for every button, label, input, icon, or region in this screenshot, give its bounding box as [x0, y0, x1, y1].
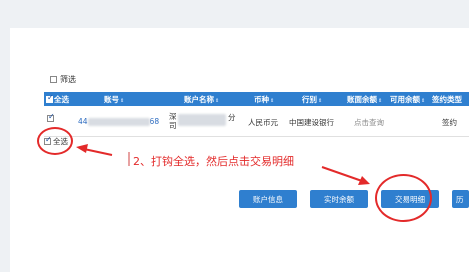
account-info-button[interactable]: 账户信息 — [239, 190, 297, 208]
annotation-arrows — [76, 144, 370, 185]
history-button[interactable]: 历 — [452, 190, 469, 208]
arrow-to-select-all — [76, 144, 113, 156]
realtime-balance-button[interactable]: 实时余额 — [310, 190, 368, 208]
highlight-circle-details — [375, 174, 432, 222]
arrow-to-details-button — [321, 166, 370, 185]
